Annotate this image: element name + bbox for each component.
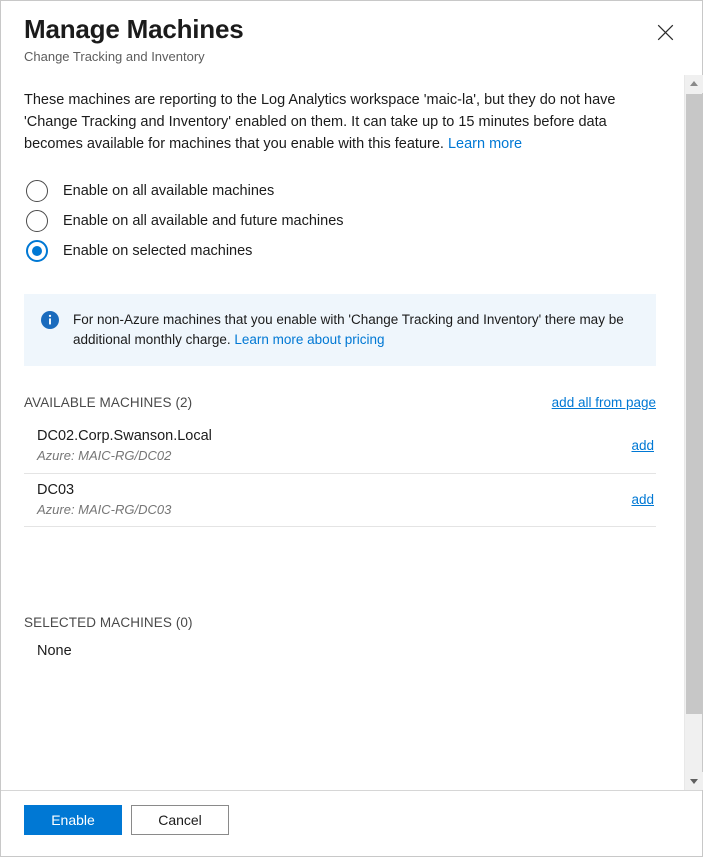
radio-label-all-available: Enable on all available machines — [63, 182, 275, 199]
description-body: These machines are reporting to the Log … — [24, 91, 616, 152]
close-button[interactable] — [651, 18, 679, 46]
radio-icon-selected[interactable] — [26, 239, 48, 262]
enable-button[interactable]: Enable — [24, 805, 122, 835]
scroll-down-button[interactable] — [685, 772, 703, 790]
table-row[interactable]: DC03 Azure: MAIC-RG/DC03 add — [24, 474, 656, 527]
machine-name: DC03 — [37, 481, 75, 498]
info-icon — [41, 310, 59, 329]
radio-option-selected[interactable]: Enable on selected machines — [24, 236, 656, 266]
page-title: Manage Machines — [24, 14, 244, 44]
selected-machines-empty: None — [37, 642, 72, 659]
description-text: These machines are reporting to the Log … — [24, 75, 652, 155]
available-machines-header: AVAILABLE MACHINES (2) add all from page — [24, 395, 656, 410]
pricing-info-banner: For non-Azure machines that you enable w… — [24, 293, 656, 367]
machine-name: DC02.Corp.Swanson.Local — [37, 428, 212, 445]
selected-machines-header: SELECTED MACHINES (0) — [24, 615, 656, 630]
available-machines-list: DC02.Corp.Swanson.Local Azure: MAIC-RG/D… — [24, 420, 656, 527]
machine-detail: Azure: MAIC-RG/DC03 — [37, 501, 172, 517]
radio-option-all-and-future[interactable]: Enable on all available and future machi… — [24, 206, 656, 236]
radio-label-all-and-future: Enable on all available and future machi… — [63, 212, 344, 229]
scroll-content: These machines are reporting to the Log … — [1, 75, 702, 790]
scrollbar-thumb[interactable] — [686, 93, 703, 714]
radio-label-selected: Enable on selected machines — [63, 242, 253, 259]
radio-icon-all-available[interactable] — [26, 179, 48, 202]
dialog-footer: Enable Cancel — [1, 790, 702, 856]
add-machine-link[interactable]: add — [631, 438, 656, 453]
cancel-button[interactable]: Cancel — [131, 805, 229, 835]
chevron-up-icon — [690, 81, 698, 87]
scroll-up-button[interactable] — [685, 74, 703, 93]
dialog-header: Manage Machines Change Tracking and Inve… — [1, 1, 702, 75]
machine-detail: Azure: MAIC-RG/DC02 — [37, 448, 172, 464]
add-all-from-page-link[interactable]: add all from page — [552, 395, 656, 410]
dialog-body: These machines are reporting to the Log … — [1, 74, 703, 790]
chevron-down-icon — [690, 778, 698, 784]
radio-icon-all-and-future[interactable] — [26, 209, 48, 232]
machine-info: DC03 Azure: MAIC-RG/DC03 — [37, 480, 171, 519]
add-machine-link[interactable]: add — [631, 492, 656, 507]
page-subtitle: Change Tracking and Inventory — [24, 49, 205, 65]
enable-scope-radio-group: Enable on all available machines Enable … — [24, 176, 656, 266]
available-machines-title: AVAILABLE MACHINES (2) — [24, 395, 193, 411]
selected-machines-title: SELECTED MACHINES (0) — [24, 614, 193, 630]
table-row[interactable]: DC02.Corp.Swanson.Local Azure: MAIC-RG/D… — [24, 420, 656, 474]
radio-option-all-available[interactable]: Enable on all available machines — [24, 176, 656, 206]
machine-info: DC02.Corp.Swanson.Local Azure: MAIC-RG/D… — [37, 426, 212, 465]
learn-more-link[interactable]: Learn more — [448, 136, 522, 152]
vertical-scrollbar[interactable] — [684, 74, 703, 790]
selected-machines-section: SELECTED MACHINES (0) None — [24, 615, 656, 669]
manage-machines-dialog: Manage Machines Change Tracking and Inve… — [0, 0, 703, 857]
pricing-info-text: For non-Azure machines that you enable w… — [73, 310, 638, 351]
close-icon — [657, 24, 673, 40]
pricing-learn-more-link[interactable]: Learn more about pricing — [234, 332, 384, 347]
